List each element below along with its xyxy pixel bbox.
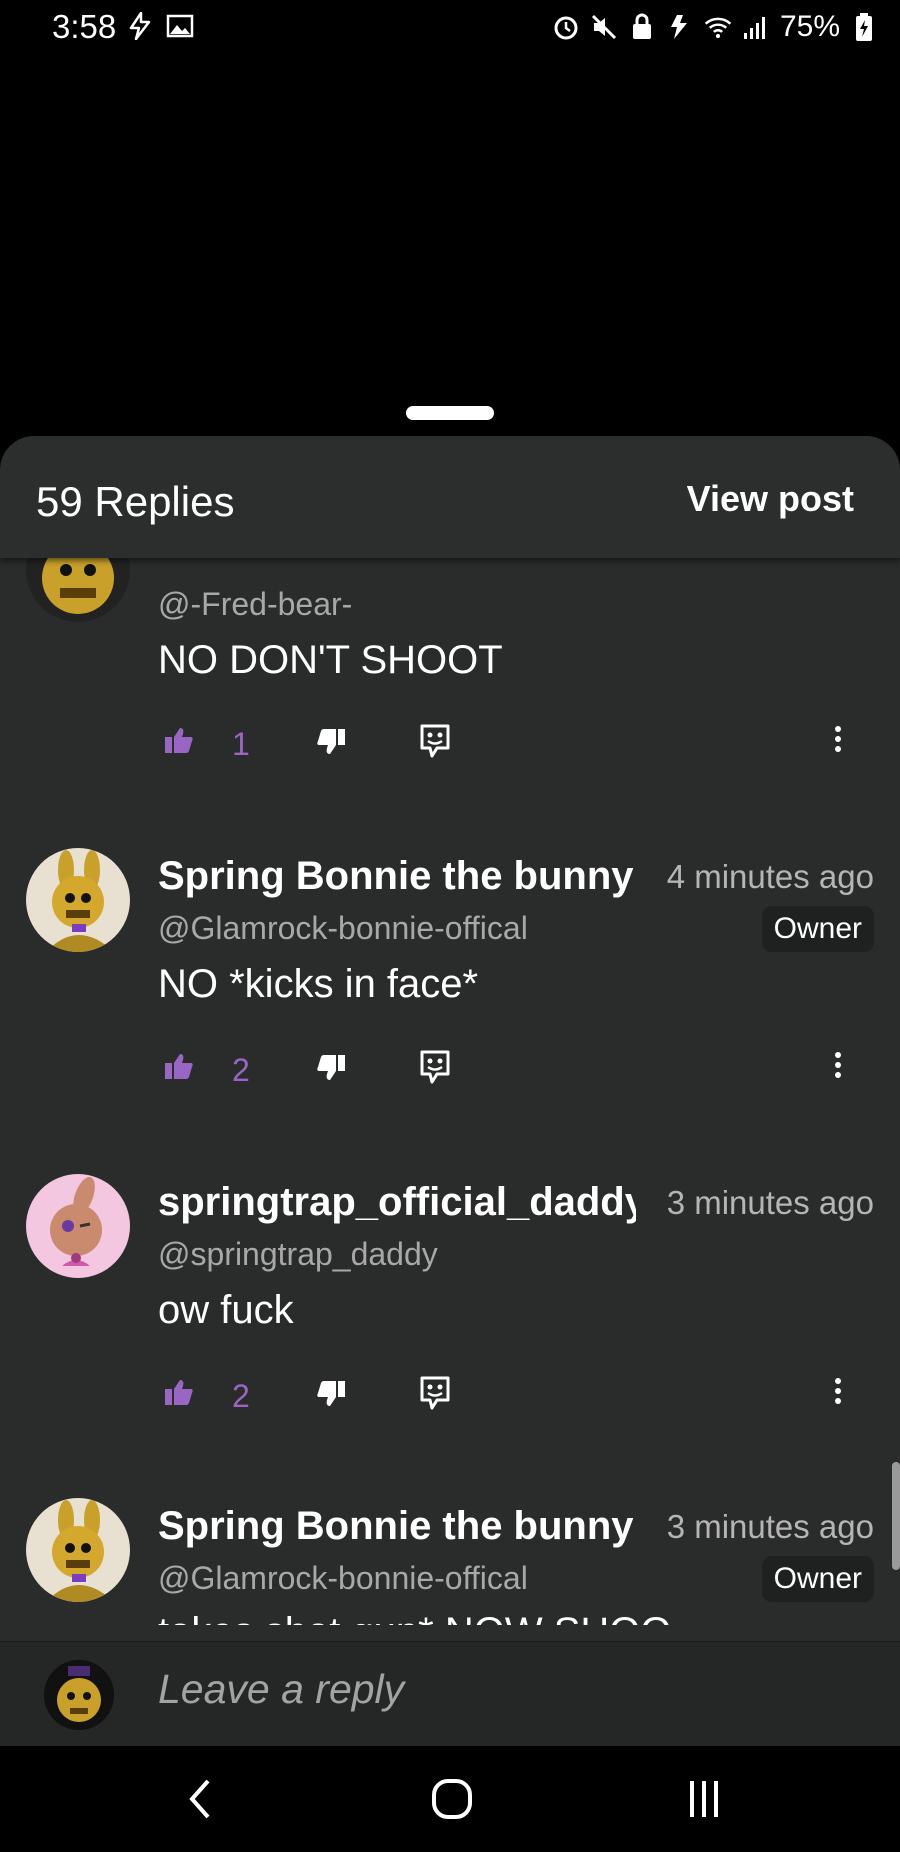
mute-icon — [590, 13, 618, 41]
reply-icon[interactable] — [418, 1048, 452, 1086]
thumbs-down-icon[interactable] — [316, 1054, 346, 1082]
more-icon[interactable] — [832, 724, 844, 754]
comment-text: takes shot gun* NOW SHOO — [158, 1610, 672, 1625]
more-icon[interactable] — [832, 1376, 844, 1406]
comment-handle[interactable]: @Glamrock-bonnie-offical — [158, 1560, 528, 1597]
like-count: 2 — [232, 1378, 250, 1414]
comment-author-name[interactable]: springtrap_official_daddy — [158, 1180, 636, 1225]
lock-icon — [628, 13, 656, 41]
replies-count-title: 59 Replies — [36, 478, 235, 525]
avatar[interactable] — [26, 1498, 130, 1602]
bolt-icon — [126, 12, 154, 40]
sheet-drag-handle[interactable] — [406, 406, 494, 420]
user-avatar — [44, 1660, 114, 1730]
signal-icon — [742, 13, 770, 41]
avatar[interactable] — [26, 558, 130, 622]
reply-icon[interactable] — [418, 722, 452, 760]
thumbs-up-icon[interactable] — [164, 1052, 194, 1080]
status-time: 3:58 — [52, 8, 117, 45]
image-icon — [166, 12, 194, 40]
comment-handle[interactable]: @-Fred-bear- — [158, 586, 352, 623]
battery-percent: 75% — [779, 10, 840, 43]
sheet-header: 59 Replies View post — [0, 436, 900, 558]
recents-icon[interactable] — [644, 1746, 764, 1852]
system-nav-bar — [0, 1746, 900, 1852]
reply-bar: Leave a reply — [0, 1641, 900, 1746]
replies-sheet: 59 Replies View post @-Fred-bear- NO DON… — [0, 436, 900, 1746]
thumbs-down-icon[interactable] — [316, 728, 346, 756]
avatar[interactable] — [26, 1174, 130, 1278]
more-icon[interactable] — [832, 1050, 844, 1080]
home-icon[interactable] — [392, 1746, 512, 1852]
comment-item: @-Fred-bear- NO DON'T SHOOT 1 — [0, 558, 900, 848]
data-icon — [666, 13, 694, 41]
scrollbar[interactable] — [892, 1462, 900, 1570]
comment-text: NO *kicks in face* — [158, 962, 479, 1006]
comment-author-name[interactable]: Spring Bonnie the bunny — [158, 1504, 636, 1549]
view-post-button[interactable]: View post — [687, 478, 854, 520]
reply-input[interactable]: Leave a reply — [158, 1666, 404, 1713]
status-bar: 3:58 75% — [0, 0, 900, 58]
comment-item: Spring Bonnie the bunny 3 minutes ago @G… — [0, 1498, 900, 1625]
wifi-icon — [704, 13, 732, 41]
comment-actions: 2 — [0, 1048, 900, 1096]
reply-icon[interactable] — [418, 1374, 452, 1412]
comment-actions: 2 — [0, 1374, 900, 1422]
battery-icon — [850, 13, 878, 41]
comment-timestamp: 4 minutes ago — [666, 858, 874, 895]
back-icon[interactable] — [140, 1746, 260, 1852]
owner-badge: Owner — [761, 906, 874, 952]
thumbs-up-icon[interactable] — [164, 1378, 194, 1406]
replies-list[interactable]: @-Fred-bear- NO DON'T SHOOT 1 Spring Bon… — [0, 558, 900, 1625]
thumbs-up-icon[interactable] — [164, 726, 194, 754]
avatar[interactable] — [26, 848, 130, 952]
comment-handle[interactable]: @Glamrock-bonnie-offical — [158, 910, 528, 947]
comment-timestamp: 3 minutes ago — [666, 1184, 874, 1221]
comment-text: NO DON'T SHOOT — [158, 638, 503, 682]
owner-badge: Owner — [761, 1556, 874, 1602]
comment-timestamp: 3 minutes ago — [666, 1508, 874, 1545]
comment-item: springtrap_official_daddy 3 minutes ago … — [0, 1174, 900, 1504]
alarm-icon — [552, 13, 580, 41]
comment-item: Spring Bonnie the bunny 4 minutes ago @G… — [0, 848, 900, 1178]
like-count: 1 — [232, 726, 250, 762]
thumbs-down-icon[interactable] — [316, 1380, 346, 1408]
like-count: 2 — [232, 1052, 250, 1088]
comment-text: ow fuck — [158, 1288, 294, 1332]
comment-actions: 1 — [0, 722, 900, 770]
comment-handle[interactable]: @springtrap_daddy — [158, 1236, 438, 1273]
comment-author-name[interactable]: Spring Bonnie the bunny — [158, 854, 636, 899]
